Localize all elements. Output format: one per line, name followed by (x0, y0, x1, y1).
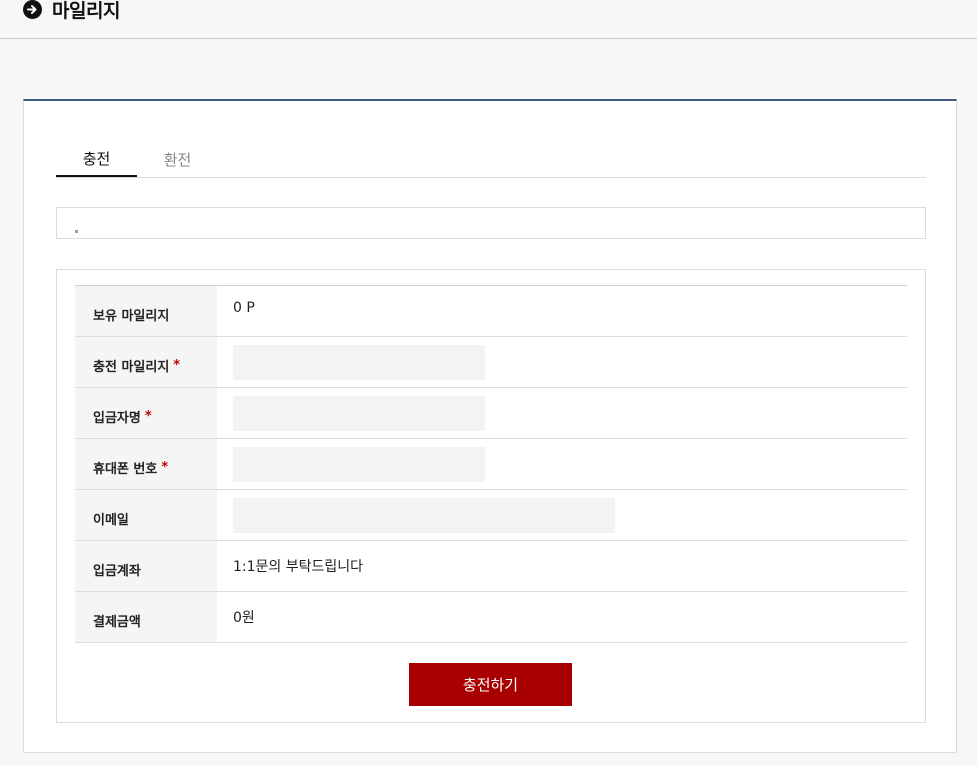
value-charge-mileage (217, 337, 907, 387)
value-phone (217, 439, 907, 489)
label-charge-mileage-text: 충전 마일리지 (93, 359, 170, 375)
phone-number-input[interactable] (233, 446, 485, 482)
label-account: 입금계좌 (75, 541, 217, 591)
row-phone: 휴대폰 번호 * (75, 439, 907, 490)
charge-mileage-input[interactable] (233, 344, 485, 380)
label-email-text: 이메일 (93, 512, 129, 528)
value-balance: 0 P (233, 300, 255, 316)
row-balance: 보유 마일리지 0 P (75, 286, 907, 337)
label-charge-mileage: 충전 마일리지 * (75, 337, 217, 387)
tab-charge[interactable]: 충전 (56, 141, 137, 177)
row-charge-mileage: 충전 마일리지 * (75, 337, 907, 388)
notice-box (56, 207, 926, 239)
tab-bar: 충전 환전 (56, 141, 926, 178)
bullet-dot (75, 230, 78, 233)
page-title: 마일리지 (52, 0, 120, 22)
label-depositor-text: 입금자명 (93, 410, 141, 426)
value-email (217, 490, 907, 540)
label-balance: 보유 마일리지 (75, 286, 217, 336)
label-amount-text: 결제금액 (93, 614, 141, 630)
form-table: 보유 마일리지 0 P 충전 마일리지 * 입금자명 * 휴대폰 번호 * 이메… (75, 285, 907, 643)
email-input[interactable] (233, 497, 615, 533)
required-mark: * (173, 357, 181, 373)
row-email: 이메일 (75, 490, 907, 541)
value-amount: 0원 (233, 610, 255, 626)
row-depositor: 입금자명 * (75, 388, 907, 439)
tab-exchange[interactable]: 환전 (137, 141, 218, 177)
label-amount: 결제금액 (75, 592, 217, 642)
arrow-right-circle-icon (23, 0, 42, 19)
required-mark: * (161, 459, 169, 475)
title-wrap: 마일리지 (23, 0, 120, 24)
row-amount: 결제금액 0원 (75, 592, 907, 643)
label-account-text: 입금계좌 (93, 563, 141, 579)
label-phone: 휴대폰 번호 * (75, 439, 217, 489)
required-mark: * (144, 408, 152, 424)
depositor-name-input[interactable] (233, 395, 485, 431)
page-header: 마일리지 (0, 0, 977, 39)
label-phone-text: 휴대폰 번호 (93, 461, 158, 477)
row-account: 입금계좌 1:1문의 부탁드립니다 (75, 541, 907, 592)
label-depositor: 입금자명 * (75, 388, 217, 438)
value-account: 1:1문의 부탁드립니다 (233, 559, 364, 575)
value-depositor (217, 388, 907, 438)
charge-form: 보유 마일리지 0 P 충전 마일리지 * 입금자명 * 휴대폰 번호 * 이메… (56, 269, 926, 723)
label-balance-text: 보유 마일리지 (93, 308, 170, 324)
charge-submit-button[interactable]: 충전하기 (409, 663, 572, 706)
label-email: 이메일 (75, 490, 217, 540)
mileage-panel: 충전 환전 보유 마일리지 0 P 충전 마일리지 * 입금자명 * 휴대폰 번… (23, 99, 957, 753)
